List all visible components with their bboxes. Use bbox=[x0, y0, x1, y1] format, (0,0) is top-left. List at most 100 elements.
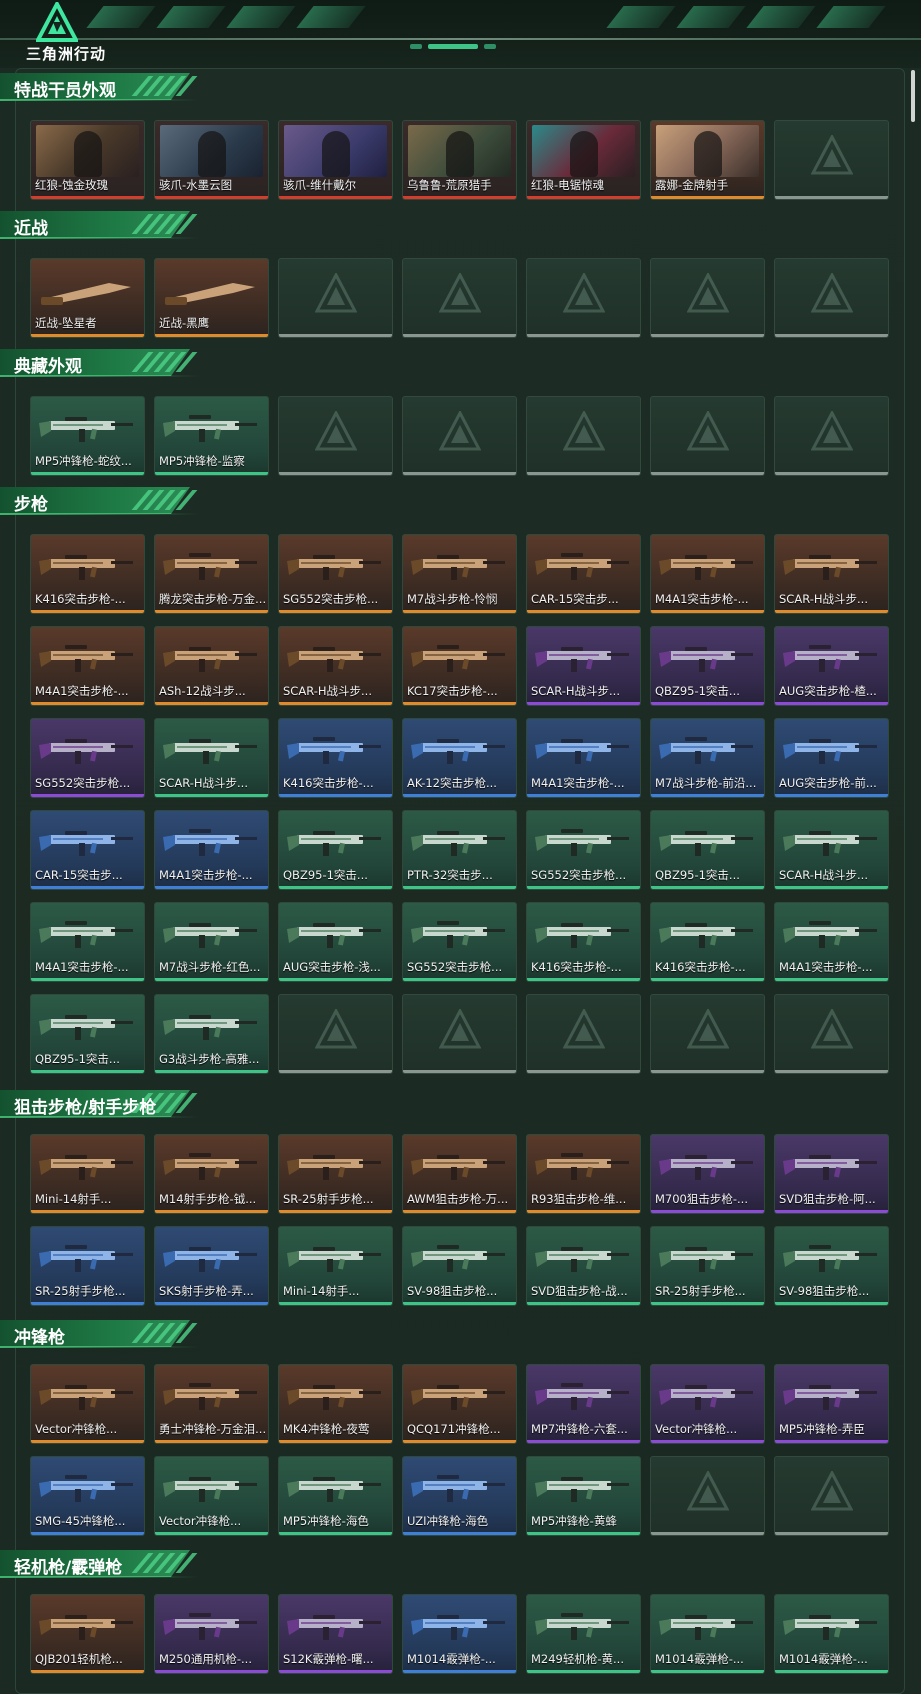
item-card[interactable]: 红狼-蚀金玫瑰 bbox=[30, 120, 145, 200]
rarity-stripe bbox=[775, 702, 888, 705]
rarity-stripe bbox=[527, 610, 640, 613]
item-card[interactable]: SG552突击步枪... bbox=[30, 718, 145, 798]
item-card[interactable]: MP5冲锋枪-海色 bbox=[278, 1456, 393, 1536]
item-card[interactable]: 近战-坠星者 bbox=[30, 258, 145, 338]
item-label: Vector冲锋枪... bbox=[159, 1514, 242, 1528]
item-card[interactable]: KC17突击步枪-... bbox=[402, 626, 517, 706]
item-card[interactable]: K416突击步枪-... bbox=[526, 902, 641, 982]
item-card[interactable]: SVD狙击步枪-战... bbox=[526, 1226, 641, 1306]
item-card[interactable]: M1014霰弹枪-... bbox=[402, 1594, 517, 1674]
item-card[interactable]: QBZ95-1突击... bbox=[650, 810, 765, 890]
item-card[interactable]: SMG-45冲锋枪... bbox=[30, 1456, 145, 1536]
weapon-icon bbox=[163, 1015, 257, 1040]
item-card[interactable]: 近战-黑鹰 bbox=[154, 258, 269, 338]
item-card[interactable]: 乌鲁鲁-荒原猎手 bbox=[402, 120, 517, 200]
rarity-stripe bbox=[651, 1302, 764, 1305]
item-card[interactable]: MP5冲锋枪-监察 bbox=[154, 396, 269, 476]
item-card[interactable]: M1014霰弹枪-... bbox=[650, 1594, 765, 1674]
item-card[interactable]: CAR-15突击步... bbox=[30, 810, 145, 890]
item-card[interactable]: Mini-14射手... bbox=[278, 1226, 393, 1306]
item-card[interactable]: M14射手步枪-钺... bbox=[154, 1134, 269, 1214]
item-card[interactable]: SV-98狙击步枪... bbox=[774, 1226, 889, 1306]
item-card[interactable]: SG552突击步枪... bbox=[526, 810, 641, 890]
item-card[interactable]: M700狙击步枪-... bbox=[650, 1134, 765, 1214]
placeholder-logo-icon bbox=[439, 273, 481, 313]
item-card[interactable]: 骇爪-水墨云图 bbox=[154, 120, 269, 200]
item-card[interactable]: UZI冲锋枪-海色 bbox=[402, 1456, 517, 1536]
item-card[interactable]: S12K霰弹枪-曙... bbox=[278, 1594, 393, 1674]
item-card[interactable]: 露娜-金牌射手 bbox=[650, 120, 765, 200]
item-card[interactable]: QBZ95-1突击... bbox=[30, 994, 145, 1074]
item-card[interactable]: QCQ171冲锋枪... bbox=[402, 1364, 517, 1444]
weapon-icon bbox=[535, 647, 629, 672]
item-card[interactable]: M4A1突击步枪-... bbox=[526, 718, 641, 798]
item-card[interactable]: G3战斗步枪-高雅... bbox=[154, 994, 269, 1074]
item-card[interactable]: K416突击步枪-... bbox=[278, 718, 393, 798]
item-label: MP5冲锋枪-监察 bbox=[159, 454, 245, 468]
item-card[interactable]: M7战斗步枪-红色... bbox=[154, 902, 269, 982]
item-card[interactable]: AK-12突击步枪... bbox=[402, 718, 517, 798]
item-card[interactable]: SG552突击步枪... bbox=[278, 534, 393, 614]
item-card[interactable]: K416突击步枪-... bbox=[650, 902, 765, 982]
item-card[interactable]: PTR-32突击步... bbox=[402, 810, 517, 890]
scrollbar[interactable] bbox=[911, 70, 917, 1670]
item-card[interactable]: SCAR-H战斗步... bbox=[526, 626, 641, 706]
item-card[interactable]: AWM狙击步枪-万... bbox=[402, 1134, 517, 1214]
item-card[interactable]: M1014霰弹枪-... bbox=[774, 1594, 889, 1674]
item-card[interactable]: AUG突击步枪-前... bbox=[774, 718, 889, 798]
item-card[interactable]: MP7冲锋枪-六套... bbox=[526, 1364, 641, 1444]
item-card[interactable]: M4A1突击步枪-... bbox=[154, 810, 269, 890]
item-card[interactable]: SR-25射手步枪... bbox=[650, 1226, 765, 1306]
item-card[interactable]: M7战斗步枪-前沿... bbox=[650, 718, 765, 798]
rarity-stripe bbox=[403, 1532, 516, 1535]
item-card[interactable]: M4A1突击步枪-... bbox=[774, 902, 889, 982]
item-card[interactable]: 腾龙突击步枪-万金... bbox=[154, 534, 269, 614]
item-card[interactable]: Mini-14射手... bbox=[30, 1134, 145, 1214]
weapon-icon bbox=[39, 417, 133, 442]
item-card[interactable]: M249轻机枪-黄... bbox=[526, 1594, 641, 1674]
item-card[interactable]: AUG突击步枪-浅... bbox=[278, 902, 393, 982]
rarity-stripe bbox=[527, 702, 640, 705]
item-card[interactable]: M4A1突击步枪-... bbox=[30, 626, 145, 706]
section-title: 狙击步枪/射手步枪 bbox=[14, 1098, 157, 1118]
empty-slot bbox=[278, 258, 393, 338]
item-card[interactable]: MP5冲锋枪-弄臣 bbox=[774, 1364, 889, 1444]
item-card[interactable]: K416突击步枪-... bbox=[30, 534, 145, 614]
item-card[interactable]: SCAR-H战斗步... bbox=[774, 534, 889, 614]
item-card[interactable]: Vector冲锋枪... bbox=[154, 1456, 269, 1536]
item-card[interactable]: SV-98狙击步枪... bbox=[402, 1226, 517, 1306]
item-card[interactable]: SG552突击步枪... bbox=[402, 902, 517, 982]
item-card[interactable]: QBZ95-1突击... bbox=[650, 626, 765, 706]
item-card[interactable]: MP5冲锋枪-黄蜂 bbox=[526, 1456, 641, 1536]
placeholder-logo-icon bbox=[315, 273, 357, 313]
item-card[interactable]: 勇士冲锋枪-万金泪... bbox=[154, 1364, 269, 1444]
item-card[interactable]: MP5冲锋枪-蛇纹... bbox=[30, 396, 145, 476]
item-card[interactable]: Vector冲锋枪... bbox=[30, 1364, 145, 1444]
item-card[interactable]: M250通用机枪-... bbox=[154, 1594, 269, 1674]
item-card[interactable]: QJB201轻机枪... bbox=[30, 1594, 145, 1674]
item-card[interactable]: SR-25射手步枪... bbox=[278, 1134, 393, 1214]
item-card[interactable]: SCAR-H战斗步... bbox=[154, 718, 269, 798]
item-card[interactable]: QBZ95-1突击... bbox=[278, 810, 393, 890]
item-card[interactable]: M7战斗步枪-怜悯 bbox=[402, 534, 517, 614]
item-card[interactable]: SR-25射手步枪... bbox=[30, 1226, 145, 1306]
item-card[interactable]: CAR-15突击步... bbox=[526, 534, 641, 614]
item-card[interactable]: MK4冲锋枪-夜莺 bbox=[278, 1364, 393, 1444]
empty-slot bbox=[774, 396, 889, 476]
item-card[interactable]: M4A1突击步枪-... bbox=[650, 534, 765, 614]
empty-slot bbox=[650, 994, 765, 1074]
item-card[interactable]: SCAR-H战斗步... bbox=[278, 626, 393, 706]
rarity-stripe bbox=[155, 1670, 268, 1673]
item-card[interactable]: M4A1突击步枪-... bbox=[30, 902, 145, 982]
item-card[interactable]: AUG突击步枪-楂... bbox=[774, 626, 889, 706]
item-card[interactable]: Vector冲锋枪... bbox=[650, 1364, 765, 1444]
item-card[interactable]: R93狙击步枪-维... bbox=[526, 1134, 641, 1214]
scrollbar-thumb[interactable] bbox=[911, 70, 915, 122]
section-title: 冲锋枪 bbox=[14, 1328, 65, 1348]
item-card[interactable]: 红狼-电锯惊魂 bbox=[526, 120, 641, 200]
item-card[interactable]: SKS射手步枪-弄... bbox=[154, 1226, 269, 1306]
item-card[interactable]: SCAR-H战斗步... bbox=[774, 810, 889, 890]
item-card[interactable]: 骇爪-维什戴尔 bbox=[278, 120, 393, 200]
item-card[interactable]: ASh-12战斗步... bbox=[154, 626, 269, 706]
item-card[interactable]: SVD狙击步枪-阿... bbox=[774, 1134, 889, 1214]
